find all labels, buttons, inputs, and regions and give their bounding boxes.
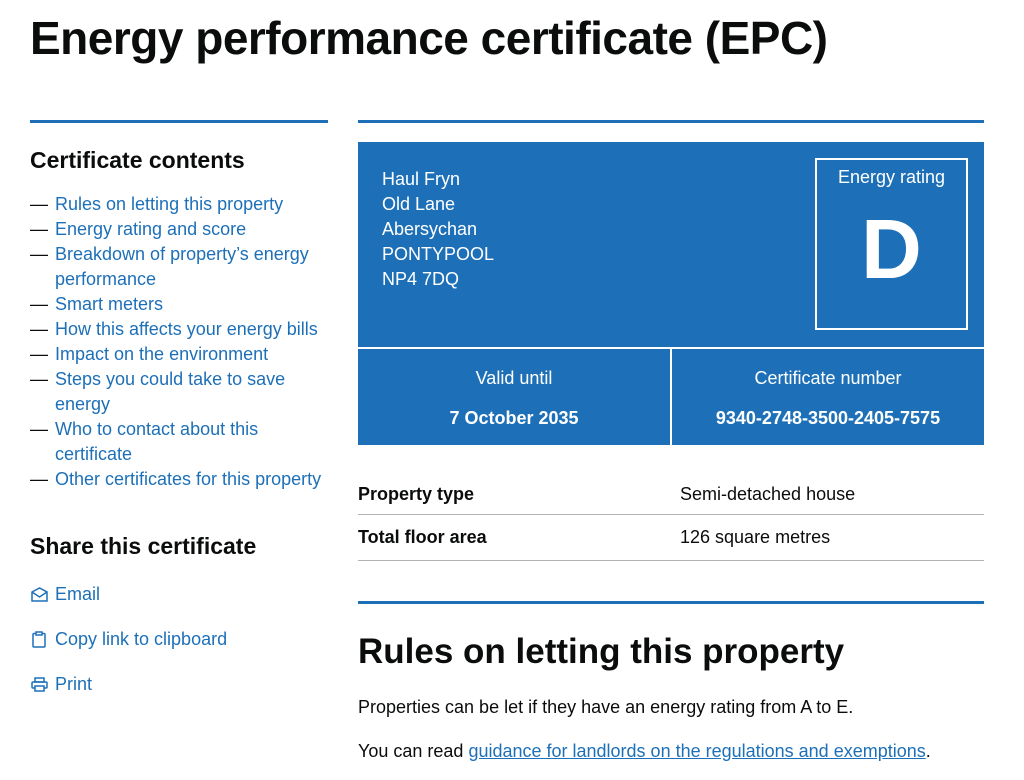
sidebar: Certificate contents — Rules on letting t… xyxy=(30,120,328,717)
contents-title: Certificate contents xyxy=(30,147,245,173)
main-content: Haul Fryn Old Lane Abersychan PONTYPOOL … xyxy=(358,120,984,764)
contents-link-breakdown[interactable]: Breakdown of property’s energy performan… xyxy=(55,244,309,289)
epc-summary-box: Haul Fryn Old Lane Abersychan PONTYPOOL … xyxy=(358,142,984,445)
dash-icon: — xyxy=(30,219,48,239)
summary-key: Property type xyxy=(358,484,475,504)
contents-link-smart-meters[interactable]: Smart meters xyxy=(55,294,163,314)
contents-link-other-certificates[interactable]: Other certificates for this property xyxy=(55,469,321,489)
share-item-print: Print xyxy=(30,672,328,697)
guidance-suffix: . xyxy=(925,741,931,761)
address-line: PONTYPOOL xyxy=(382,244,495,264)
share-title: Share this certificate xyxy=(30,533,257,559)
contents-item: — Breakdown of property’s energy performa… xyxy=(30,242,328,292)
summary-row: Total floor area 126 square metres xyxy=(358,515,984,561)
energy-rating-letter: D xyxy=(861,202,922,296)
dash-icon: — xyxy=(30,319,48,339)
valid-until-value: 7 October 2035 xyxy=(449,408,579,428)
summary-row: Property type Semi-detached house xyxy=(358,471,984,515)
rules-paragraph: Properties can be let if they have an en… xyxy=(358,697,854,717)
contents-link-rules[interactable]: Rules on letting this property xyxy=(55,194,283,214)
energy-rating-label: Energy rating xyxy=(837,167,946,187)
property-address: Haul Fryn Old Lane Abersychan PONTYPOOL … xyxy=(382,167,494,292)
summary-key: Total floor area xyxy=(358,527,487,547)
valid-until-label: Valid until xyxy=(475,368,553,388)
dash-icon: — xyxy=(30,244,48,264)
certificate-number-cell: Certificate number 9340-2748-3500-2405-7… xyxy=(670,349,984,445)
contents-item: — Who to contact about this certificate xyxy=(30,417,328,467)
section-rule xyxy=(358,601,984,604)
dash-icon: — xyxy=(30,369,48,389)
contents-item: — Impact on the environment xyxy=(30,342,328,367)
contents-item: — Energy rating and score xyxy=(30,217,328,242)
contents-link-steps[interactable]: Steps you could take to save energy xyxy=(55,369,285,414)
clipboard-icon xyxy=(30,631,48,649)
address-line: Abersychan xyxy=(382,219,478,239)
dash-icon: — xyxy=(30,344,48,364)
guidance-link[interactable]: guidance for landlords on the regulation… xyxy=(468,741,925,761)
dash-icon: — xyxy=(30,294,48,314)
epc-bottom: Valid until 7 October 2035 Certificate n… xyxy=(358,347,984,445)
energy-rating-box: Energy rating D xyxy=(815,158,968,330)
contents-item: — Steps you could take to save energy xyxy=(30,367,328,417)
address-line: Old Lane xyxy=(382,194,456,214)
contents-item: — How this affects your energy bills xyxy=(30,317,328,342)
share-print-link[interactable]: Print xyxy=(55,672,92,697)
share-copy-link[interactable]: Copy link to clipboard xyxy=(55,627,227,652)
top-rule xyxy=(358,120,984,123)
contents-item: — Smart meters xyxy=(30,292,328,317)
dash-icon: — xyxy=(30,419,48,439)
contents-link-rating[interactable]: Energy rating and score xyxy=(55,219,246,239)
contents-link-contact[interactable]: Who to contact about this certificate xyxy=(55,419,258,464)
contents-item: — Rules on letting this property xyxy=(30,192,328,217)
contents-list: — Rules on letting this property — Energy … xyxy=(30,192,328,492)
address-line: NP4 7DQ xyxy=(382,269,460,289)
share-email-link[interactable]: Email xyxy=(55,582,100,607)
share-list: Email Copy link to clipboard Print xyxy=(30,582,328,697)
share-item-email: Email xyxy=(30,582,328,607)
printer-icon xyxy=(30,676,48,694)
summary-value: Semi-detached house xyxy=(680,484,856,504)
guidance-prefix: You can read xyxy=(358,741,469,761)
address-line: Haul Fryn xyxy=(382,169,461,189)
contents-item: — Other certificates for this property xyxy=(30,467,328,492)
certificate-number-value: 9340-2748-3500-2405-7575 xyxy=(715,408,941,428)
page-title: Energy performance certificate (EPC) xyxy=(30,12,828,64)
dash-icon: — xyxy=(30,194,48,214)
envelope-icon xyxy=(30,586,48,604)
epc-top: Haul Fryn Old Lane Abersychan PONTYPOOL … xyxy=(358,142,984,347)
valid-until-cell: Valid until 7 October 2035 xyxy=(358,349,670,445)
summary-list: Property type Semi-detached house Total … xyxy=(358,471,984,561)
dash-icon: — xyxy=(30,469,48,489)
contents-link-environment[interactable]: Impact on the environment xyxy=(55,344,268,364)
rules-section-title: Rules on letting this property xyxy=(358,632,845,671)
summary-value: 126 square metres xyxy=(680,527,831,547)
contents-link-energy-bills[interactable]: How this affects your energy bills xyxy=(55,319,318,339)
certificate-number-label: Certificate number xyxy=(754,368,902,388)
share-item-clipboard: Copy link to clipboard xyxy=(30,627,328,652)
rules-guidance-paragraph: You can read guidance for landlords on t… xyxy=(358,739,984,764)
